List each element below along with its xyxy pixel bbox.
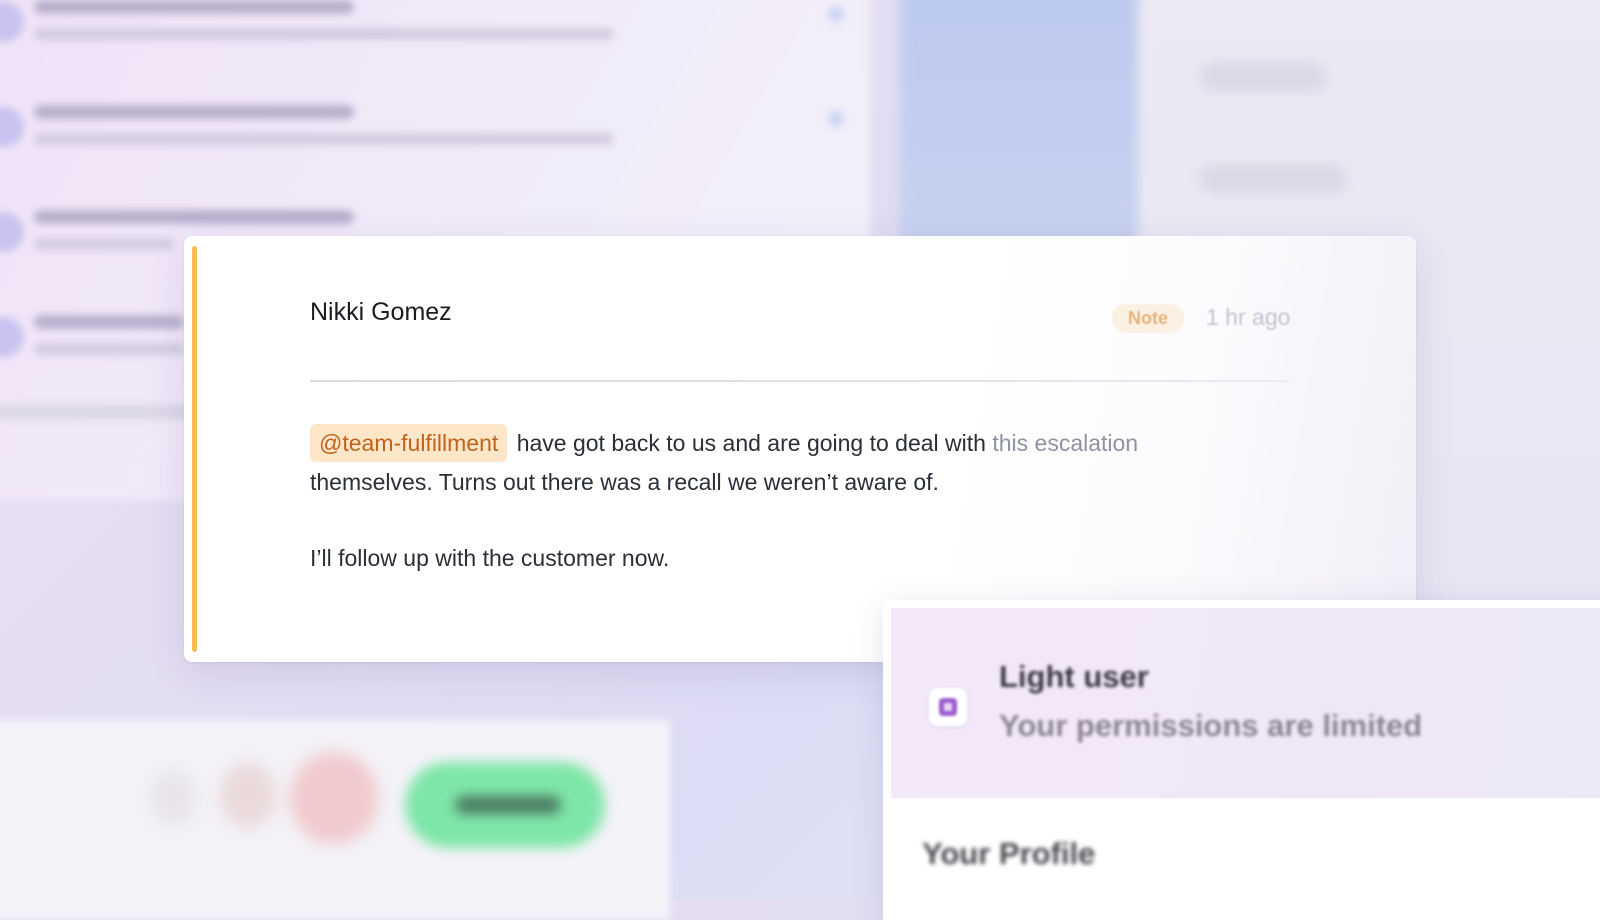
permissions-banner [891, 608, 1600, 798]
list-item-preview [34, 343, 184, 355]
unread-indicator [828, 6, 844, 22]
team-mention[interactable]: @team-fulfillment [310, 424, 508, 462]
list-item-title [34, 210, 354, 224]
note-text: this escalation [992, 430, 1139, 456]
list-item-title [34, 315, 184, 329]
avatar [0, 317, 24, 357]
note-type-badge: Note [1112, 304, 1184, 333]
note-text: themselves. Turns out there was a recall… [310, 469, 939, 495]
divider [310, 380, 1290, 382]
avatar [0, 107, 24, 147]
role-title: Light user [999, 659, 1149, 694]
unread-indicator [828, 111, 844, 127]
note-text: have got back to us and are going to dea… [516, 430, 986, 456]
user-role-icon [929, 688, 967, 726]
note-body: @team-fulfillment have got back to us an… [310, 424, 1250, 578]
list-item[interactable] [0, 95, 860, 185]
note-paragraph: @team-fulfillment have got back to us an… [310, 424, 1250, 502]
list-item-preview [34, 133, 614, 145]
record-audio-icon[interactable] [290, 752, 378, 844]
note-paragraph: I’ll follow up with the customer now. [310, 539, 1250, 578]
profile-section-heading: Your Profile [922, 836, 1096, 871]
send-button-label [455, 796, 561, 814]
note-author: Nikki Gomez [310, 298, 452, 326]
note-accent-bar [192, 246, 197, 652]
emoji-icon[interactable] [220, 762, 276, 828]
search-input[interactable] [0, 405, 190, 419]
person-name[interactable] [1198, 62, 1328, 92]
avatar [0, 212, 24, 252]
list-item-title [34, 0, 354, 14]
permissions-card [883, 600, 1600, 920]
list-item-preview [34, 28, 614, 40]
attachment-icon[interactable] [150, 770, 196, 826]
note-timestamp: 1 hr ago [1206, 304, 1291, 330]
avatar [0, 2, 24, 42]
list-item-preview [34, 238, 174, 250]
note-text: I’ll follow up with the customer now. [310, 545, 670, 571]
note-card: Nikki Gomez Note 1 hr ago @team-fulfillm… [184, 236, 1416, 662]
person-name[interactable] [1198, 164, 1348, 194]
list-item-title [34, 105, 354, 119]
role-subtitle: Your permissions are limited [999, 708, 1423, 743]
list-item[interactable] [0, 0, 860, 80]
